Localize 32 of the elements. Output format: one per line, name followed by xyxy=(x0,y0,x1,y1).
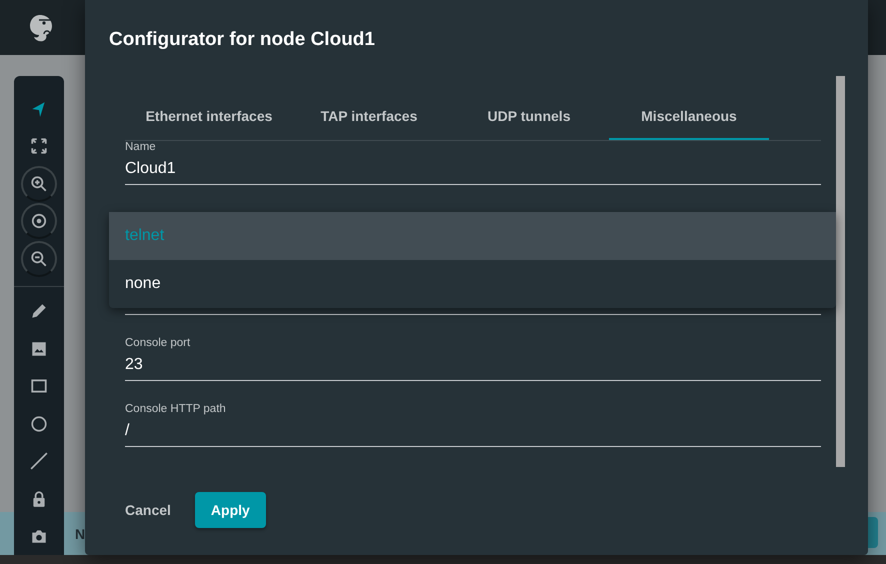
scrollbar[interactable] xyxy=(836,76,845,467)
tab[interactable]: Ethernet interfaces xyxy=(129,92,289,140)
dropdown-option[interactable]: none xyxy=(109,260,836,308)
target-icon xyxy=(30,212,48,230)
field-label: Name xyxy=(125,140,156,154)
text-field[interactable]: Console HTTP path / xyxy=(125,381,821,447)
tab[interactable]: Miscellaneous xyxy=(609,92,769,140)
zoom-out-tool[interactable] xyxy=(19,240,59,278)
zoom-out-icon xyxy=(30,250,48,268)
field-value: / xyxy=(125,421,130,441)
zoom-in-tool[interactable] xyxy=(19,165,59,202)
field-label: Console port xyxy=(125,336,190,350)
expand-icon xyxy=(30,137,48,156)
pencil-icon xyxy=(30,302,48,320)
text-field[interactable]: Name Cloud1 xyxy=(125,141,821,185)
image-icon xyxy=(30,340,48,358)
circle-icon xyxy=(30,414,48,433)
text-field[interactable]: Console port 23 xyxy=(125,315,821,381)
field-value: 23 xyxy=(125,355,143,375)
zoom-in-icon xyxy=(30,174,48,193)
field-label: Console HTTP path xyxy=(125,402,226,416)
field-value: Cloud1 xyxy=(125,159,176,179)
target-tool[interactable] xyxy=(19,202,59,240)
dialog-title: Configurator for node Cloud1 xyxy=(109,28,375,52)
apply-button[interactable]: Apply xyxy=(194,492,266,528)
rectangle-icon xyxy=(30,377,48,396)
cancel-button[interactable]: Cancel xyxy=(125,492,171,528)
tab[interactable]: TAP interfaces xyxy=(289,92,449,140)
notification-text: N xyxy=(75,526,86,542)
tab[interactable]: UDP tunnels xyxy=(449,92,609,140)
chameleon-logo-icon[interactable] xyxy=(27,12,53,42)
line-icon xyxy=(30,452,48,470)
